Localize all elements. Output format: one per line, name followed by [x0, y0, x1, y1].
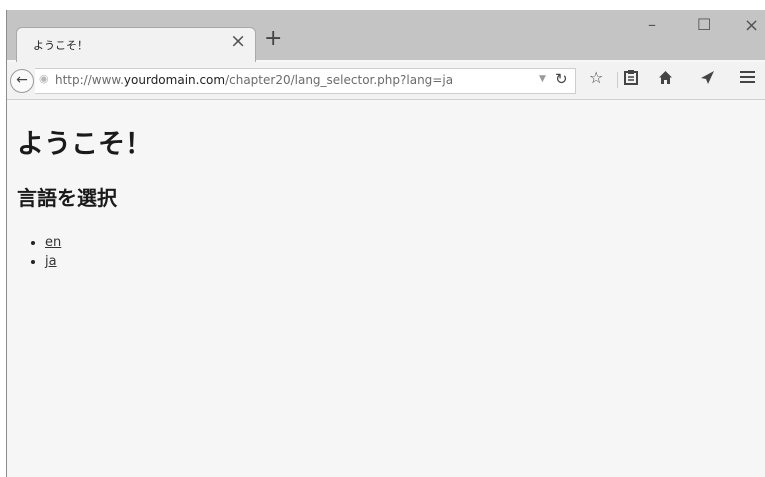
navigation-bar: ← ◉ http://www.yourdomain.com/chapter20/…: [7, 62, 765, 100]
url-text: http://www.yourdomain.com/chapter20/lang…: [55, 73, 453, 87]
back-arrow-icon: ←: [16, 72, 28, 88]
language-list: en ja: [21, 233, 61, 271]
language-link-en[interactable]: en: [45, 235, 61, 250]
list-item: en: [45, 233, 61, 252]
language-link-ja[interactable]: ja: [45, 254, 57, 269]
maximize-button[interactable]: ☐: [697, 17, 711, 33]
page-content: ようこそ！ 言語を選択 en ja: [7, 100, 765, 477]
new-tab-button[interactable]: +: [264, 28, 282, 50]
browser-window: ようこそ！ × + – ☐ × ← ◉ http://www.yourdomai…: [6, 10, 765, 477]
page-title: ようこそ！: [17, 129, 152, 160]
tab-title: ようこそ！: [33, 39, 88, 52]
tab-close-icon[interactable]: ×: [230, 32, 246, 51]
globe-icon: ◉: [39, 72, 49, 85]
url-prefix: http://www.: [55, 73, 124, 87]
title-bar: ようこそ！ × + – ☐ ×: [7, 10, 765, 62]
page-subtitle: 言語を選択: [17, 186, 117, 210]
close-window-button[interactable]: ×: [744, 17, 759, 35]
minimize-button[interactable]: –: [648, 17, 656, 33]
send-icon[interactable]: [700, 70, 715, 88]
back-button[interactable]: ←: [10, 69, 34, 93]
toolbar-divider: [617, 72, 618, 88]
url-path: /chapter20/lang_selector.php?lang=ja: [225, 73, 454, 87]
address-bar[interactable]: ◉ http://www.yourdomain.com/chapter20/la…: [35, 68, 576, 94]
list-item: ja: [45, 252, 61, 271]
url-domain: yourdomain.com: [123, 73, 226, 87]
menu-icon[interactable]: [740, 70, 755, 87]
reload-icon[interactable]: ↻: [555, 70, 568, 88]
star-icon[interactable]: ☆: [589, 70, 603, 86]
home-icon[interactable]: [658, 70, 673, 88]
tab-active[interactable]: ようこそ！ ×: [17, 28, 255, 62]
reading-list-icon[interactable]: [624, 70, 638, 85]
dropdown-arrow-icon[interactable]: ▼: [539, 74, 546, 84]
